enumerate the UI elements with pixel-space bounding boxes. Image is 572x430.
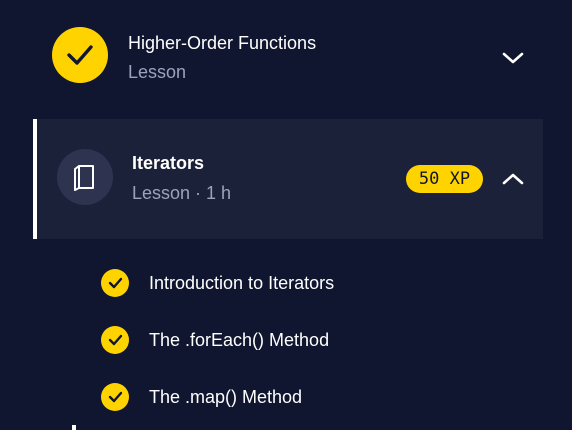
list-item-label: The .forEach() Method xyxy=(149,329,330,350)
xp-badge: 50 XP xyxy=(406,165,483,193)
check-icon xyxy=(101,326,129,354)
chevron-up-icon[interactable] xyxy=(501,167,525,191)
list-item-introduction-to-iterators[interactable]: Introduction to Iterators xyxy=(101,268,334,298)
list-item-map-method[interactable]: The .map() Method xyxy=(101,382,302,412)
lesson-subtitle: Lesson · 1 h xyxy=(132,183,232,203)
check-icon xyxy=(101,383,129,411)
check-icon xyxy=(52,27,108,83)
chevron-down-icon[interactable] xyxy=(501,46,525,70)
active-item-indicator xyxy=(72,425,76,430)
check-icon xyxy=(101,269,129,297)
lesson-title: Higher-Order Functions xyxy=(128,33,317,53)
lesson-title: Iterators xyxy=(132,153,205,173)
lesson-row-iterators[interactable]: Iterators Lesson · 1 h 50 XP xyxy=(33,119,543,239)
list-item-foreach-method[interactable]: The .forEach() Method xyxy=(101,325,329,355)
book-icon xyxy=(57,149,113,205)
lesson-subtitle: Lesson xyxy=(128,62,187,82)
lesson-row-higher-order-functions[interactable]: Higher-Order Functions Lesson xyxy=(0,0,572,118)
list-item-label: The .map() Method xyxy=(149,386,303,407)
list-item-label: Introduction to Iterators xyxy=(149,272,335,293)
